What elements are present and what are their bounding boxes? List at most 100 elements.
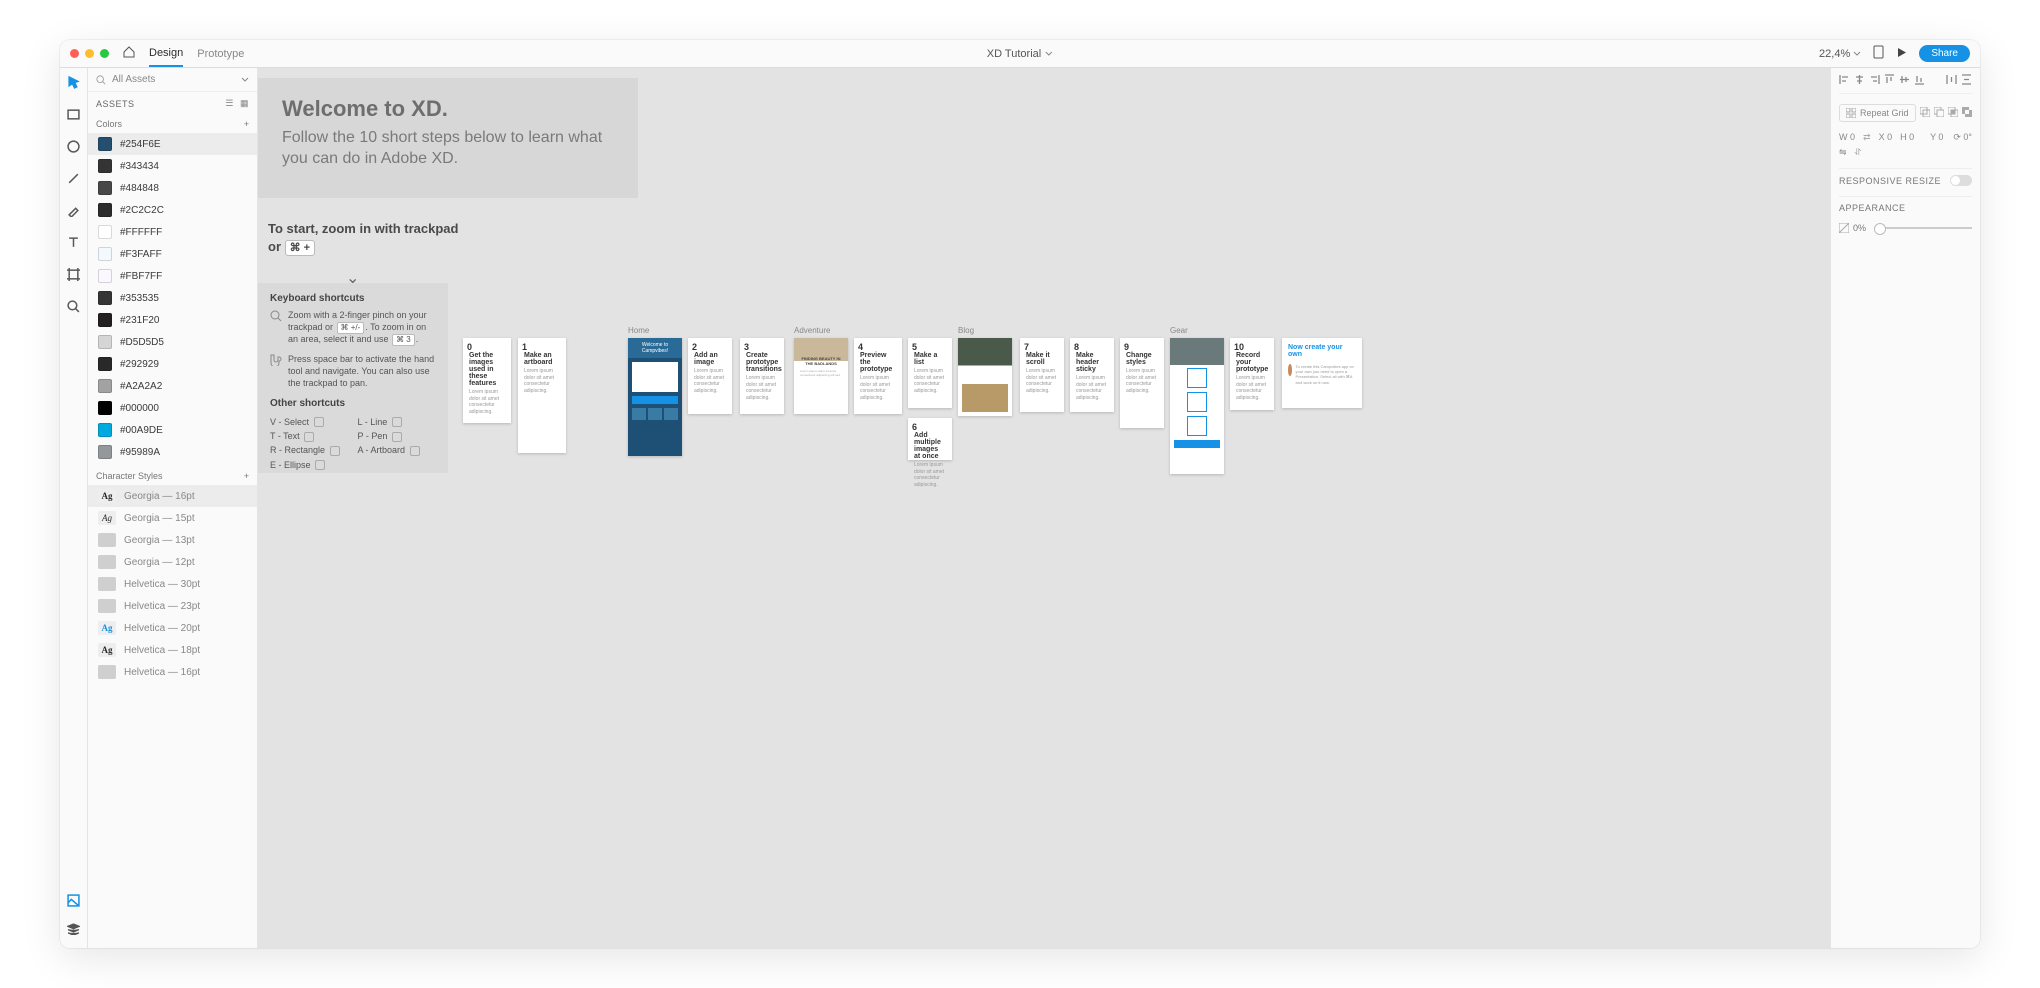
color-swatch-row[interactable]: #343434 <box>88 155 257 177</box>
artboard-label-gear[interactable]: Gear <box>1170 326 1188 335</box>
boolean-subtract-icon[interactable] <box>1934 107 1944 119</box>
color-swatch-row[interactable]: #95989A <box>88 441 257 463</box>
intro-card: Welcome to XD. Follow the 10 short steps… <box>258 78 638 198</box>
color-swatch-row[interactable]: #F3FAFF <box>88 243 257 265</box>
char-style-row[interactable]: AgGeorgia — 15pt <box>88 507 257 529</box>
color-swatch-row[interactable]: #484848 <box>88 177 257 199</box>
minimize-icon[interactable] <box>85 49 94 58</box>
select-tool-icon[interactable] <box>67 76 80 94</box>
add-icon[interactable]: + <box>244 119 249 129</box>
align-right-icon[interactable] <box>1869 74 1880 87</box>
color-swatch-row[interactable]: #000000 <box>88 397 257 419</box>
align-left-icon[interactable] <box>1839 74 1850 87</box>
color-swatch-row[interactable]: #231F20 <box>88 309 257 331</box>
align-vcenter-icon[interactable] <box>1899 74 1910 87</box>
color-label: #484848 <box>120 183 159 194</box>
color-swatch-row[interactable]: #254F6E <box>88 133 257 155</box>
char-style-label: Helvetica — 18pt <box>124 645 200 656</box>
assets-panel-icon[interactable] <box>67 894 80 912</box>
zoom-level[interactable]: 22,4% <box>1819 48 1861 60</box>
char-style-row[interactable]: AgGeorgia — 13pt <box>88 529 257 551</box>
color-swatch-row[interactable]: #D5D5D5 <box>88 331 257 353</box>
artboard[interactable] <box>958 338 1012 416</box>
align-top-icon[interactable] <box>1884 74 1895 87</box>
artboard-tool-icon[interactable] <box>67 268 80 286</box>
color-swatch-row[interactable]: #353535 <box>88 287 257 309</box>
device-preview-icon[interactable] <box>1873 45 1884 62</box>
color-swatch-row[interactable]: #A2A2A2 <box>88 375 257 397</box>
artboard[interactable]: 6Add multiple images at onceLorem ipsum … <box>908 418 952 460</box>
color-swatch-row[interactable]: #FBF7FF <box>88 265 257 287</box>
close-icon[interactable] <box>70 49 79 58</box>
boolean-add-icon[interactable] <box>1920 107 1930 119</box>
list-view-icon[interactable]: ☰ <box>225 98 234 109</box>
assets-search[interactable]: All Assets <box>88 68 257 92</box>
maximize-icon[interactable] <box>100 49 109 58</box>
artboard[interactable]: FINDING BEAUTY IN THE BADLANDSLorem ipsu… <box>794 338 848 414</box>
artboard[interactable]: 7Make it scrollLorem ipsum dolor sit ame… <box>1020 338 1064 412</box>
boolean-exclude-icon[interactable] <box>1962 107 1972 119</box>
responsive-toggle[interactable] <box>1950 175 1972 186</box>
artboard[interactable]: 9Change stylesLorem ipsum dolor sit amet… <box>1120 338 1164 428</box>
rectangle-tool-icon[interactable] <box>67 108 80 126</box>
opacity-slider[interactable] <box>1874 227 1972 229</box>
align-bottom-icon[interactable] <box>1914 74 1925 87</box>
window-controls[interactable] <box>70 49 109 58</box>
distribute-h-icon[interactable] <box>1946 74 1957 87</box>
color-swatch-row[interactable]: #FFFFFF <box>88 221 257 243</box>
artboard-label-blog[interactable]: Blog <box>958 326 974 335</box>
char-style-label: Helvetica — 30pt <box>124 579 200 590</box>
artboard[interactable]: 4Preview the prototypeLorem ipsum dolor … <box>854 338 902 414</box>
distribute-v-icon[interactable] <box>1961 74 1972 87</box>
char-style-row[interactable]: AgGeorgia — 12pt <box>88 551 257 573</box>
tab-design[interactable]: Design <box>149 41 183 67</box>
line-tool-icon[interactable] <box>67 172 80 190</box>
play-icon[interactable] <box>1896 47 1907 61</box>
share-button[interactable]: Share <box>1919 45 1970 62</box>
artboard[interactable]: 2Add an imageLorem ipsum dolor sit amet … <box>688 338 732 414</box>
flip-v-icon[interactable]: ⥯ <box>1855 147 1862 158</box>
assets-panel: All Assets ASSETS ☰ ▦ Colors + #254F6E#3… <box>88 68 258 948</box>
ellipse-tool-icon[interactable] <box>67 140 80 158</box>
color-swatch-row[interactable]: #00A9DE <box>88 419 257 441</box>
artboard[interactable]: 5Make a listLorem ipsum dolor sit amet c… <box>908 338 952 408</box>
zoom-tool-icon[interactable] <box>67 300 80 318</box>
colors-section-header: Colors + <box>88 115 257 133</box>
canvas[interactable]: Welcome to XD. Follow the 10 short steps… <box>258 68 1830 948</box>
flip-h-icon[interactable]: ⇋ <box>1839 147 1847 158</box>
text-tool-icon[interactable] <box>67 236 80 254</box>
char-style-label: Georgia — 13pt <box>124 535 195 546</box>
artboard[interactable] <box>1170 338 1224 474</box>
artboard[interactable]: 1Make an artboardLorem ipsum dolor sit a… <box>518 338 566 453</box>
artboard[interactable]: Now create your ownTo create this Campvi… <box>1282 338 1362 408</box>
document-title[interactable]: XD Tutorial <box>987 48 1053 60</box>
repeat-grid-button[interactable]: Repeat Grid <box>1839 104 1916 122</box>
home-icon[interactable] <box>123 46 135 61</box>
char-style-thumb: Ag <box>98 511 116 525</box>
char-style-label: Helvetica — 20pt <box>124 623 200 634</box>
boolean-intersect-icon[interactable] <box>1948 107 1958 119</box>
artboard-label-home[interactable]: Home <box>628 326 649 335</box>
char-style-row[interactable]: AgGeorgia — 16pt <box>88 485 257 507</box>
color-swatch-row[interactable]: #2C2C2C <box>88 199 257 221</box>
artboard[interactable]: 10Record your prototypeLorem ipsum dolor… <box>1230 338 1274 410</box>
opacity-row[interactable]: 0% <box>1839 223 1972 233</box>
char-style-row[interactable]: AgHelvetica — 20pt <box>88 617 257 639</box>
char-style-row[interactable]: AgHelvetica — 23pt <box>88 595 257 617</box>
chevron-down-icon <box>1853 50 1861 58</box>
char-style-row[interactable]: AgHelvetica — 16pt <box>88 661 257 683</box>
artboard-label-adventure[interactable]: Adventure <box>794 326 830 335</box>
artboard[interactable]: 0Get the images used in these featuresLo… <box>463 338 511 423</box>
align-hcenter-icon[interactable] <box>1854 74 1865 87</box>
layers-panel-icon[interactable] <box>67 922 80 940</box>
grid-view-icon[interactable]: ▦ <box>240 98 249 109</box>
color-swatch-row[interactable]: #292929 <box>88 353 257 375</box>
char-style-row[interactable]: AgHelvetica — 30pt <box>88 573 257 595</box>
pen-tool-icon[interactable] <box>67 204 80 222</box>
artboard[interactable]: 3Create prototype transitionsLorem ipsum… <box>740 338 784 414</box>
artboard[interactable]: Welcome to Campvibes! <box>628 338 682 456</box>
artboard[interactable]: 8Make header stickyLorem ipsum dolor sit… <box>1070 338 1114 412</box>
add-icon[interactable]: + <box>244 471 249 481</box>
tab-prototype[interactable]: Prototype <box>197 42 244 66</box>
char-style-row[interactable]: AgHelvetica — 18pt <box>88 639 257 661</box>
